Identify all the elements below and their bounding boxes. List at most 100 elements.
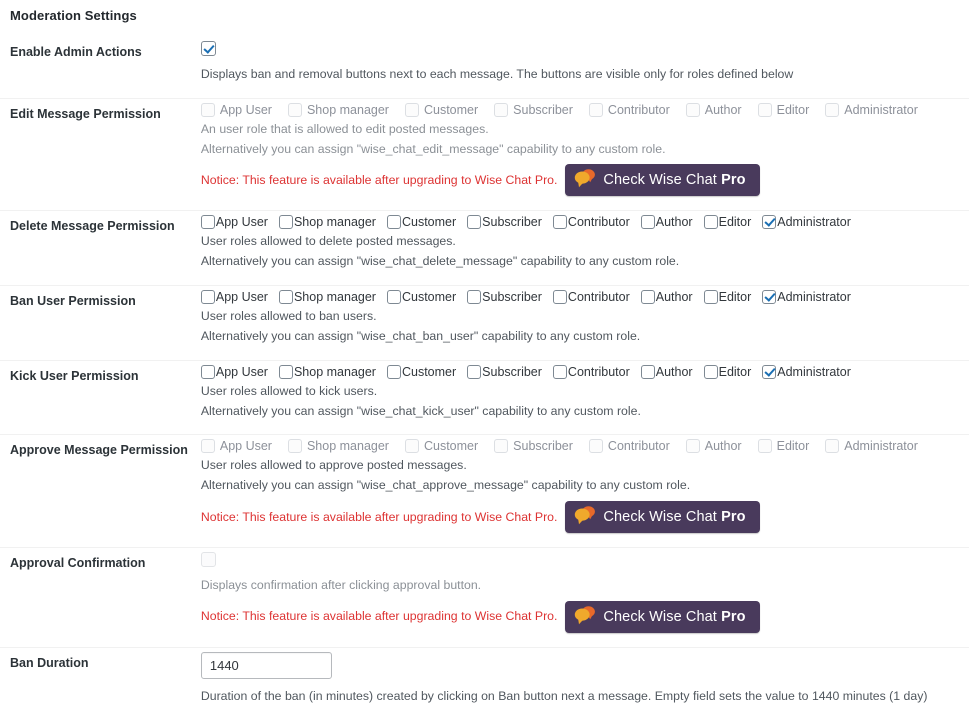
ban-duration-input[interactable] — [200, 651, 332, 679]
role-checkbox-item[interactable]: App User — [200, 102, 272, 117]
role-checkbox-item[interactable]: Shop manager — [287, 439, 389, 454]
check-wise-chat-pro-button[interactable]: Check Wise Chat Pro — [565, 164, 760, 197]
role-checkbox[interactable] — [588, 439, 603, 454]
role-checkbox-item[interactable]: Contributor — [588, 439, 670, 454]
kick-user-description-1: User roles allowed to kick users. — [200, 383, 378, 398]
role-checkbox[interactable] — [467, 364, 482, 379]
role-checkbox-label: Contributor — [567, 364, 630, 379]
role-checkbox[interactable] — [640, 290, 655, 305]
row-approve-message-permission: Approve Message Permission App User Shop … — [0, 434, 969, 549]
role-checkbox[interactable] — [640, 215, 655, 230]
role-checkbox[interactable] — [552, 215, 567, 230]
role-checkbox[interactable] — [552, 364, 567, 379]
role-checkbox[interactable] — [278, 364, 293, 379]
role-checkbox-item[interactable]: App User — [200, 364, 268, 379]
role-checkbox-item[interactable]: Shop manager — [287, 102, 389, 117]
role-checkbox-item[interactable]: Contributor — [552, 215, 630, 230]
role-checkbox[interactable] — [386, 215, 401, 230]
edit-message-description-2: Alternatively you can assign "wise_chat_… — [200, 141, 666, 156]
role-checkbox-item[interactable]: Author — [640, 215, 693, 230]
role-checkbox[interactable] — [200, 215, 215, 230]
role-checkbox-group-delete-message: App User Shop manager Customer Subscriber Co… — [200, 215, 959, 230]
role-checkbox-item[interactable]: Subscriber — [467, 215, 542, 230]
role-checkbox-item[interactable]: Editor — [703, 290, 751, 305]
role-checkbox-label: Author — [655, 215, 693, 230]
role-checkbox[interactable] — [200, 290, 215, 305]
role-checkbox[interactable] — [404, 439, 419, 454]
role-checkbox[interactable] — [552, 290, 567, 305]
role-checkbox[interactable] — [278, 215, 293, 230]
role-checkbox-item[interactable]: Customer — [404, 102, 478, 117]
role-checkbox-item[interactable]: Editor — [757, 102, 809, 117]
role-checkbox-item[interactable]: Customer — [386, 290, 456, 305]
role-checkbox-item[interactable]: Subscriber — [494, 102, 573, 117]
check-wise-chat-pro-button[interactable]: Check Wise Chat Pro — [565, 600, 760, 633]
role-checkbox[interactable] — [200, 439, 215, 454]
role-checkbox[interactable] — [287, 439, 302, 454]
role-checkbox[interactable] — [200, 102, 215, 117]
field-approval-confirmation: Displays confirmation after clicking app… — [197, 547, 969, 648]
role-checkbox[interactable] — [588, 102, 603, 117]
role-checkbox-item[interactable]: Contributor — [552, 290, 630, 305]
role-checkbox[interactable] — [685, 102, 700, 117]
approve-message-description-1: User roles allowed to approve posted mes… — [200, 458, 467, 473]
role-checkbox[interactable] — [757, 102, 772, 117]
role-checkbox-item[interactable]: Administrator — [762, 364, 851, 379]
role-checkbox-item[interactable]: App User — [200, 439, 272, 454]
role-checkbox-item[interactable]: Customer — [404, 439, 478, 454]
field-kick-user-permission: App User Shop manager Customer Subscriber Co… — [197, 360, 969, 436]
role-checkbox-item[interactable]: Author — [640, 290, 693, 305]
role-checkbox[interactable] — [703, 215, 718, 230]
role-checkbox-item[interactable]: Customer — [386, 364, 456, 379]
role-checkbox-item[interactable]: Administrator — [825, 102, 918, 117]
role-checkbox-item[interactable]: Author — [685, 102, 742, 117]
role-checkbox[interactable] — [287, 102, 302, 117]
check-wise-chat-pro-button[interactable]: Check Wise Chat Pro — [565, 501, 760, 534]
role-checkbox[interactable] — [278, 290, 293, 305]
role-checkbox[interactable] — [640, 364, 655, 379]
role-checkbox-item[interactable]: Subscriber — [467, 290, 542, 305]
role-checkbox-item[interactable]: Administrator — [762, 290, 851, 305]
approval-confirmation-checkbox[interactable] — [200, 552, 216, 568]
role-checkbox[interactable] — [762, 215, 777, 230]
role-checkbox[interactable] — [404, 102, 419, 117]
role-checkbox-item[interactable]: Subscriber — [494, 439, 573, 454]
role-checkbox[interactable] — [467, 290, 482, 305]
role-checkbox-item[interactable]: Subscriber — [467, 364, 542, 379]
role-checkbox-label: Shop manager — [306, 439, 389, 454]
role-checkbox-item[interactable]: Customer — [386, 215, 456, 230]
field-approve-message-permission: App User Shop manager Customer Subscriber Co… — [197, 434, 969, 549]
page-title: Moderation Settings — [10, 8, 137, 23]
role-checkbox[interactable] — [386, 364, 401, 379]
role-checkbox[interactable] — [467, 215, 482, 230]
role-checkbox-item[interactable]: Editor — [703, 215, 751, 230]
role-checkbox-item[interactable]: Editor — [757, 439, 809, 454]
role-checkbox[interactable] — [494, 439, 509, 454]
role-checkbox-item[interactable]: Editor — [703, 364, 751, 379]
role-checkbox-item[interactable]: App User — [200, 290, 268, 305]
role-checkbox-item[interactable]: Administrator — [762, 215, 851, 230]
role-checkbox[interactable] — [762, 364, 777, 379]
role-checkbox-item[interactable]: App User — [200, 215, 268, 230]
role-checkbox[interactable] — [703, 364, 718, 379]
role-checkbox-item[interactable]: Shop manager — [278, 364, 376, 379]
role-checkbox-item[interactable]: Administrator — [825, 439, 918, 454]
role-checkbox[interactable] — [825, 439, 840, 454]
role-checkbox[interactable] — [825, 102, 840, 117]
row-ban-user-permission: Ban User Permission App User Shop manager… — [0, 285, 969, 361]
role-checkbox-item[interactable]: Shop manager — [278, 290, 376, 305]
role-checkbox[interactable] — [386, 290, 401, 305]
role-checkbox[interactable] — [685, 439, 700, 454]
role-checkbox[interactable] — [200, 364, 215, 379]
role-checkbox-item[interactable]: Contributor — [588, 102, 670, 117]
role-checkbox-item[interactable]: Shop manager — [278, 215, 376, 230]
role-checkbox-item[interactable]: Contributor — [552, 364, 630, 379]
role-checkbox[interactable] — [757, 439, 772, 454]
role-checkbox[interactable] — [762, 290, 777, 305]
role-checkbox-item[interactable]: Author — [685, 439, 742, 454]
row-approval-confirmation: Approval Confirmation Displays confirmat… — [0, 547, 969, 648]
enable-admin-actions-checkbox[interactable] — [200, 41, 216, 56]
role-checkbox[interactable] — [494, 102, 509, 117]
role-checkbox[interactable] — [703, 290, 718, 305]
role-checkbox-item[interactable]: Author — [640, 364, 693, 379]
